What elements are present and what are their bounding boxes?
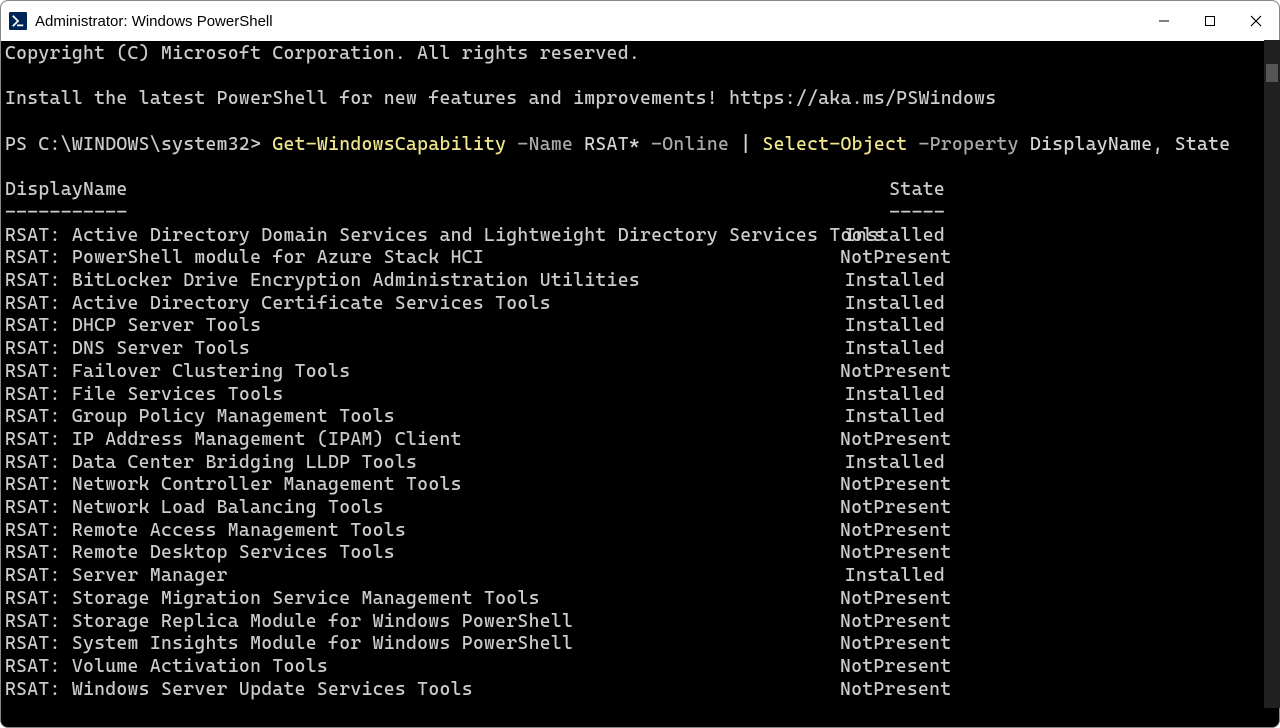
table-row: RSAT: Network Load Balancing ToolsNotPre… bbox=[5, 497, 1275, 520]
cell-state: NotPresent bbox=[840, 474, 945, 497]
blank-line bbox=[5, 157, 1275, 180]
cell-state: Installed bbox=[840, 225, 945, 248]
cell-state: Installed bbox=[840, 384, 945, 407]
cell-displayname: RSAT: Storage Replica Module for Windows… bbox=[5, 611, 840, 634]
blank-line bbox=[5, 111, 1275, 134]
table-row: RSAT: Volume Activation ToolsNotPresent bbox=[5, 656, 1275, 679]
table-row: RSAT: Active Directory Certificate Servi… bbox=[5, 293, 1275, 316]
cell-state: NotPresent bbox=[840, 429, 945, 452]
table-row: RSAT: IP Address Management (IPAM) Clien… bbox=[5, 429, 1275, 452]
table-row: RSAT: Server ManagerInstalled bbox=[5, 565, 1275, 588]
close-button[interactable] bbox=[1233, 1, 1279, 41]
cell-state: NotPresent bbox=[840, 588, 945, 611]
cell-displayname: RSAT: Remote Desktop Services Tools bbox=[5, 542, 840, 565]
cell-displayname: RSAT: Failover Clustering Tools bbox=[5, 361, 840, 384]
cell-state: Installed bbox=[840, 338, 945, 361]
table-row: RSAT: Windows Server Update Services Too… bbox=[5, 679, 1275, 702]
cell-displayname: RSAT: Network Controller Management Tool… bbox=[5, 474, 840, 497]
cell-displayname: RSAT: Server Manager bbox=[5, 565, 840, 588]
arg: State bbox=[1164, 134, 1231, 155]
install-hint-line: Install the latest PowerShell for new fe… bbox=[5, 88, 1275, 111]
param: -Property bbox=[907, 134, 1018, 155]
terminal-output[interactable]: Copyright (C) Microsoft Corporation. All… bbox=[1, 41, 1279, 727]
cell-state: Installed bbox=[840, 293, 945, 316]
table-row: RSAT: File Services ToolsInstalled bbox=[5, 384, 1275, 407]
table-row: RSAT: Data Center Bridging LLDP ToolsIns… bbox=[5, 452, 1275, 475]
cell-state: NotPresent bbox=[840, 361, 945, 384]
maximize-button[interactable] bbox=[1187, 1, 1233, 41]
cell-state: NotPresent bbox=[840, 656, 945, 679]
table-body: RSAT: Active Directory Domain Services a… bbox=[5, 225, 1275, 702]
cell-displayname: RSAT: Active Directory Domain Services a… bbox=[5, 225, 840, 248]
header-displayname: DisplayName bbox=[5, 179, 840, 202]
command-line: PS C:\WINDOWS\system32> Get-WindowsCapab… bbox=[5, 134, 1275, 157]
table-row: RSAT: Active Directory Domain Services a… bbox=[5, 225, 1275, 248]
table-header-rule: ----------- ----- bbox=[5, 202, 1275, 225]
table-row: RSAT: System Insights Module for Windows… bbox=[5, 633, 1275, 656]
cell-displayname: RSAT: File Services Tools bbox=[5, 384, 840, 407]
cell-displayname: RSAT: DHCP Server Tools bbox=[5, 315, 840, 338]
table-row: RSAT: DHCP Server ToolsInstalled bbox=[5, 315, 1275, 338]
table-row: RSAT: Remote Desktop Services ToolsNotPr… bbox=[5, 542, 1275, 565]
cell-displayname: RSAT: IP Address Management (IPAM) Clien… bbox=[5, 429, 840, 452]
header-rule: ----------- bbox=[5, 202, 840, 225]
comma: , bbox=[1152, 134, 1163, 155]
titlebar[interactable]: Administrator: Windows PowerShell bbox=[1, 1, 1279, 41]
cell-displayname: RSAT: DNS Server Tools bbox=[5, 338, 840, 361]
arg: DisplayName bbox=[1019, 134, 1153, 155]
table-row: RSAT: Storage Migration Service Manageme… bbox=[5, 588, 1275, 611]
cell-state: NotPresent bbox=[840, 611, 945, 634]
header-rule: ----- bbox=[840, 202, 945, 225]
cell-displayname: RSAT: BitLocker Drive Encryption Adminis… bbox=[5, 270, 840, 293]
cell-displayname: RSAT: Volume Activation Tools bbox=[5, 656, 840, 679]
cell-state: NotPresent bbox=[840, 633, 945, 656]
cell-state: Installed bbox=[840, 406, 945, 429]
arg: RSAT* bbox=[573, 134, 640, 155]
cell-state: Installed bbox=[840, 270, 945, 293]
cell-state: Installed bbox=[840, 315, 945, 338]
param: -Online bbox=[640, 134, 729, 155]
cmdlet: Get-WindowsCapability bbox=[272, 134, 506, 155]
cell-displayname: RSAT: Group Policy Management Tools bbox=[5, 406, 840, 429]
cell-state: Installed bbox=[840, 565, 945, 588]
cell-state: NotPresent bbox=[840, 497, 945, 520]
cell-state: NotPresent bbox=[840, 247, 945, 270]
cell-displayname: RSAT: PowerShell module for Azure Stack … bbox=[5, 247, 840, 270]
table-row: RSAT: BitLocker Drive Encryption Adminis… bbox=[5, 270, 1275, 293]
powershell-icon bbox=[9, 12, 27, 30]
cell-state: NotPresent bbox=[840, 542, 945, 565]
cell-displayname: RSAT: Data Center Bridging LLDP Tools bbox=[5, 452, 840, 475]
cell-displayname: RSAT: Windows Server Update Services Too… bbox=[5, 679, 840, 702]
cell-state: Installed bbox=[840, 452, 945, 475]
cell-state: NotPresent bbox=[840, 679, 945, 702]
pipe: | bbox=[729, 134, 762, 155]
param: -Name bbox=[506, 134, 573, 155]
table-row: RSAT: PowerShell module for Azure Stack … bbox=[5, 247, 1275, 270]
table-row: RSAT: Storage Replica Module for Windows… bbox=[5, 611, 1275, 634]
table-row: RSAT: Remote Access Management ToolsNotP… bbox=[5, 520, 1275, 543]
copyright-line: Copyright (C) Microsoft Corporation. All… bbox=[5, 43, 1275, 66]
cell-displayname: RSAT: Remote Access Management Tools bbox=[5, 520, 840, 543]
table-header: DisplayName State bbox=[5, 179, 1275, 202]
cell-displayname: RSAT: Storage Migration Service Manageme… bbox=[5, 588, 840, 611]
window-title: Administrator: Windows PowerShell bbox=[35, 13, 273, 30]
cell-displayname: RSAT: Active Directory Certificate Servi… bbox=[5, 293, 840, 316]
header-state: State bbox=[840, 179, 945, 202]
minimize-button[interactable] bbox=[1141, 1, 1187, 41]
table-row: RSAT: Failover Clustering ToolsNotPresen… bbox=[5, 361, 1275, 384]
prompt: PS C:\WINDOWS\system32> bbox=[5, 134, 272, 155]
cell-displayname: RSAT: System Insights Module for Windows… bbox=[5, 633, 840, 656]
table-row: RSAT: Group Policy Management ToolsInsta… bbox=[5, 406, 1275, 429]
cell-state: NotPresent bbox=[840, 520, 945, 543]
blank-line bbox=[5, 66, 1275, 89]
powershell-window: Administrator: Windows PowerShell Copyri… bbox=[0, 0, 1280, 728]
scrollbar-vertical[interactable] bbox=[1264, 40, 1280, 708]
cmdlet: Select-Object bbox=[763, 134, 908, 155]
table-row: RSAT: DNS Server ToolsInstalled bbox=[5, 338, 1275, 361]
table-row: RSAT: Network Controller Management Tool… bbox=[5, 474, 1275, 497]
scroll-thumb[interactable] bbox=[1266, 64, 1278, 82]
window-controls bbox=[1141, 1, 1279, 41]
cell-displayname: RSAT: Network Load Balancing Tools bbox=[5, 497, 840, 520]
